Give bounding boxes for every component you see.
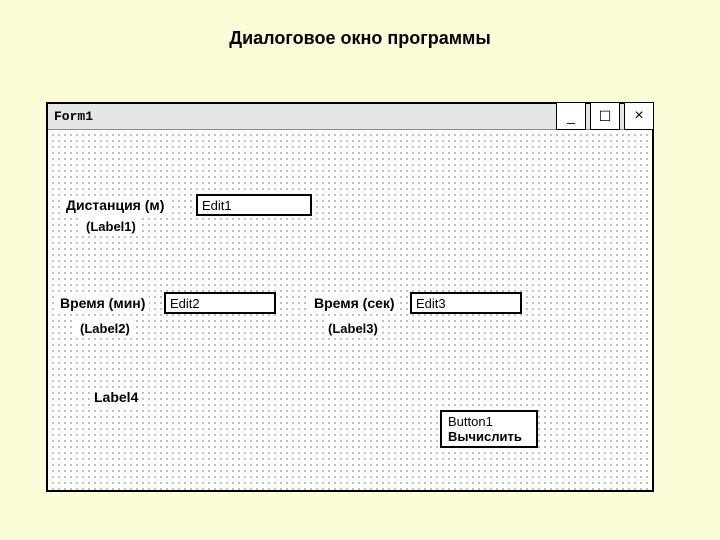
page-heading: Диалоговое окно программы	[0, 28, 720, 49]
label-distance-sub: (Label1)	[82, 218, 140, 235]
label-time-min: Время (мин)	[56, 294, 149, 312]
window-buttons: _ ☐ ×	[552, 102, 654, 130]
edit2-field[interactable]: Edit2	[164, 292, 276, 314]
label4: Label4	[90, 388, 142, 406]
form-window: Form1 _ ☐ × Дистанция (м) (Label1) Edit1…	[46, 102, 654, 492]
button1-name: Button1	[448, 414, 530, 429]
button1[interactable]: Button1 Вычислить	[440, 410, 538, 448]
button1-label: Вычислить	[448, 429, 530, 444]
minimize-button[interactable]: _	[556, 102, 586, 130]
window-title: Form1	[54, 109, 93, 124]
label-time-sec-sub: (Label3)	[324, 320, 382, 337]
edit3-field[interactable]: Edit3	[410, 292, 522, 314]
edit1-field[interactable]: Edit1	[196, 194, 312, 216]
label-distance: Дистанция (м)	[62, 196, 168, 214]
label-time-min-sub: (Label2)	[76, 320, 134, 337]
form-client-area: Дистанция (м) (Label1) Edit1 Время (мин)…	[48, 130, 652, 490]
maximize-button[interactable]: ☐	[590, 102, 620, 130]
close-button[interactable]: ×	[624, 102, 654, 130]
titlebar[interactable]: Form1 _ ☐ ×	[48, 104, 652, 130]
label-time-sec: Время (сек)	[310, 294, 399, 312]
